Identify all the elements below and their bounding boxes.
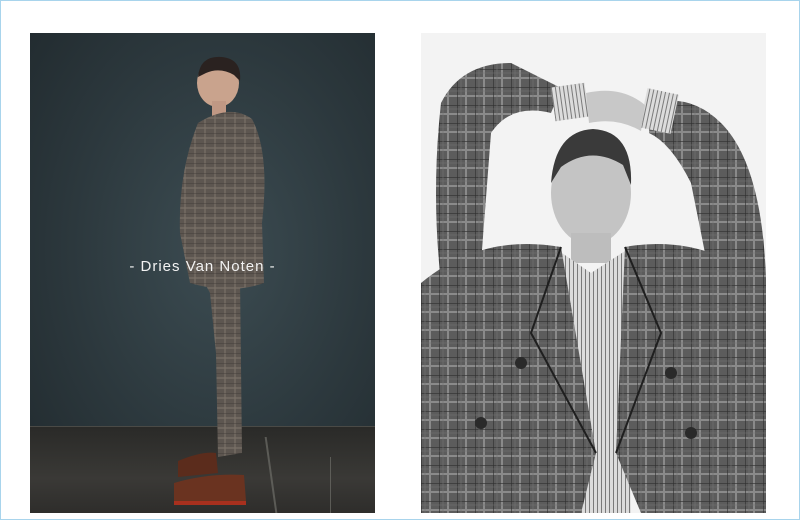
model-figure-right (421, 63, 766, 513)
brand-caption: - Dries Van Noten - (129, 258, 276, 275)
campaign-photo-left: - Dries Van Noten - (30, 33, 375, 513)
campaign-photo-right (421, 33, 766, 513)
